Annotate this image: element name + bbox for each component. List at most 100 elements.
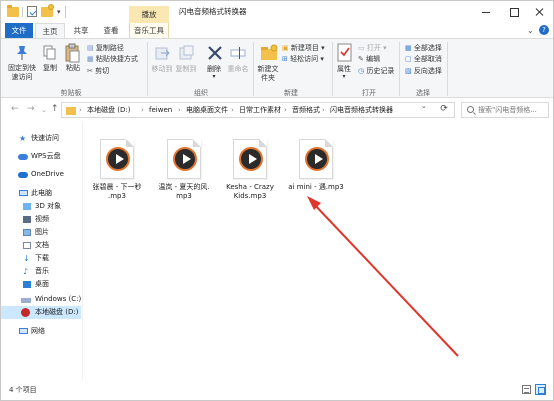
file-item[interactable]: 温岚 - 夏天的风. mp3: [151, 131, 217, 211]
refresh-button[interactable]: ⟳: [437, 102, 451, 118]
tab-view[interactable]: 查看: [99, 23, 123, 38]
quick-access-dropdown-icon[interactable]: ▾: [57, 8, 61, 20]
history-button[interactable]: ◷ 历史记录: [358, 66, 394, 76]
forward-button[interactable]: →: [27, 104, 35, 114]
group-divider: [399, 42, 400, 96]
nav-item-this-pc[interactable]: 此电脑: [1, 187, 81, 200]
nav-item-videos[interactable]: 视频: [1, 213, 81, 226]
nav-item-documents[interactable]: 文档: [1, 239, 81, 252]
edit-button[interactable]: ✎ 编辑: [358, 54, 380, 64]
cut-button[interactable]: ✂ 剪切: [87, 66, 109, 76]
breadcrumb-feiwen[interactable]: feiwen: [149, 103, 172, 118]
back-button[interactable]: ←: [11, 104, 19, 114]
file-item[interactable]: Kesha - Crazy Kids.mp3: [217, 131, 283, 211]
rename-button[interactable]: 重命名: [224, 65, 252, 74]
details-view-button[interactable]: [522, 385, 531, 394]
invert-selection-label: 反向选择: [413, 67, 442, 75]
invert-selection-icon: ▧: [405, 67, 412, 75]
explorer-window: ▾ 播放 闪电音频格式转换器 文件 主页 共享 查看 音乐工具 ⌄ ? 固定到快…: [0, 0, 554, 401]
tab-music-tools[interactable]: 音乐工具: [129, 23, 169, 38]
new-item-button[interactable]: ▣ 新建项目 ▾: [282, 43, 325, 53]
music-icon: ♪: [23, 267, 29, 276]
item-count: 4 个项目: [9, 386, 37, 394]
tab-share[interactable]: 共享: [69, 23, 93, 38]
nav-item-pictures[interactable]: 图片: [1, 226, 81, 239]
collapse-ribbon-icon[interactable]: ⌄: [527, 23, 534, 38]
pin-label: 固定到快速访问: [8, 64, 36, 81]
select-none-label: 全部取消: [413, 55, 442, 63]
nav-label: 此电脑: [31, 189, 52, 197]
computer-icon: [19, 190, 28, 196]
cloud-icon: [18, 154, 28, 160]
select-all-button[interactable]: ▦ 全部选择: [405, 43, 442, 53]
pin-to-quick-access-button[interactable]: 固定到快速访问: [5, 64, 39, 82]
delete-button[interactable]: 删除 ▾: [204, 65, 224, 80]
properties-icon: [337, 43, 352, 62]
select-none-button[interactable]: ▢ 全部取消: [405, 54, 442, 64]
new-folder-icon: [261, 44, 278, 60]
nav-item-network[interactable]: 网络: [1, 325, 81, 338]
easy-access-button[interactable]: ⊞ 轻松访问 ▾: [282, 54, 324, 64]
search-box[interactable]: [461, 102, 549, 118]
picture-icon: [23, 229, 31, 236]
divider: [22, 7, 23, 17]
copy-path-button[interactable]: ▤ 复制路径: [87, 43, 124, 53]
new-folder-button[interactable]: 新建文件夹: [255, 65, 281, 83]
nav-item-downloads[interactable]: ↓ 下载: [1, 252, 81, 265]
file-name: 温岚 - 夏天的风. mp3: [158, 183, 210, 200]
tab-file[interactable]: 文件: [5, 23, 33, 38]
close-button[interactable]: [525, 1, 553, 23]
move-to-button[interactable]: 移动到: [150, 65, 174, 74]
nav-item-drive-d[interactable]: 本地磁盘 (D:): [1, 306, 81, 319]
easy-access-icon: ⊞: [282, 55, 288, 63]
open-button[interactable]: ▭ 打开 ▾: [358, 43, 387, 53]
file-item[interactable]: ai mini - 遇.mp3: [283, 131, 349, 211]
desktop-icon: [23, 281, 31, 288]
properties-button[interactable]: 属性 ▾: [333, 65, 355, 80]
context-tab-play[interactable]: 播放: [129, 6, 169, 23]
file-item[interactable]: 张碧晨 - 下一秒 .mp3: [84, 131, 150, 211]
select-none-icon: ▢: [405, 55, 412, 63]
help-icon[interactable]: ?: [539, 25, 549, 35]
audio-file-icon: [167, 139, 201, 179]
nav-item-3d-objects[interactable]: 3D 对象: [1, 200, 81, 213]
properties-dropdown-icon: ▾: [342, 73, 346, 80]
tab-home[interactable]: 主页: [35, 23, 65, 38]
nav-label: 3D 对象: [35, 202, 62, 210]
nav-item-wps-cloud[interactable]: WPS云盘: [1, 150, 81, 163]
audio-file-icon: [299, 139, 333, 179]
nav-label: WPS云盘: [31, 152, 61, 160]
nav-item-desktop[interactable]: 桌面: [1, 278, 81, 291]
breadcrumb-daily-materials[interactable]: 日常工作素材: [239, 103, 281, 118]
paste-shortcut-button[interactable]: ▦ 粘贴快捷方式: [87, 54, 138, 64]
search-input[interactable]: [478, 103, 548, 117]
new-folder-icon[interactable]: [41, 4, 54, 17]
copy-button[interactable]: 复制: [39, 64, 61, 73]
properties-icon[interactable]: [27, 6, 37, 17]
invert-selection-button[interactable]: ▧ 反向选择: [405, 66, 442, 76]
nav-item-music[interactable]: ♪ 音乐: [1, 265, 81, 278]
paste-shortcut-icon: ▦: [87, 55, 94, 63]
open-group-label: 打开: [362, 89, 376, 97]
play-icon: [106, 147, 130, 171]
recent-locations-icon[interactable]: ⌄: [41, 106, 47, 114]
minimize-button[interactable]: [471, 1, 501, 23]
breadcrumb-current-folder[interactable]: 闪电音频格式转换器: [330, 103, 393, 118]
copy-to-button[interactable]: 复制到: [174, 65, 198, 74]
nav-item-drive-c[interactable]: Windows (C:): [1, 293, 81, 306]
scissors-icon: ✂: [87, 67, 93, 75]
large-icons-view-button[interactable]: [535, 384, 546, 395]
breadcrumb-separator: ›: [284, 106, 287, 114]
nav-label: OneDrive: [31, 170, 64, 178]
up-button[interactable]: ↑: [51, 104, 59, 114]
pin-icon: [17, 46, 27, 60]
breadcrumb-audio-format[interactable]: 音频格式: [292, 103, 320, 118]
play-icon: [239, 147, 263, 171]
breadcrumb-desktop-files[interactable]: 电脑桌面文件: [186, 103, 228, 118]
address-dropdown-icon[interactable]: ⌄: [421, 102, 427, 110]
nav-item-onedrive[interactable]: OneDrive: [1, 168, 81, 181]
paste-button[interactable]: 粘贴: [61, 64, 85, 73]
address-bar[interactable]: › 本地磁盘 (D:) › feiwen › 电脑桌面文件 › 日常工作素材 ›…: [61, 102, 455, 118]
nav-item-quick-access[interactable]: ★ 快速访问: [1, 132, 81, 145]
breadcrumb-drive-d[interactable]: 本地磁盘 (D:): [87, 103, 130, 118]
